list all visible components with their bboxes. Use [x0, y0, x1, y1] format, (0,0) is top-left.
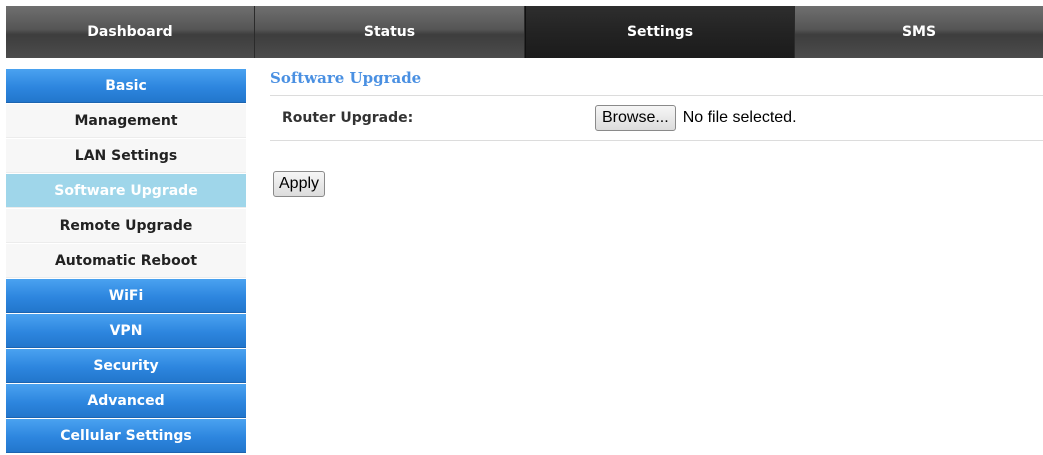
- browse-button[interactable]: Browse...: [595, 105, 676, 131]
- tab-status[interactable]: Status: [255, 6, 525, 58]
- sidebar-item-basic[interactable]: Basic: [6, 69, 246, 103]
- tab-settings[interactable]: Settings: [525, 6, 795, 58]
- sidebar-item-remote-upgrade[interactable]: Remote Upgrade: [6, 209, 246, 243]
- router-upgrade-label: Router Upgrade:: [282, 110, 414, 126]
- sidebar-item-software-upgrade[interactable]: Software Upgrade: [6, 174, 246, 208]
- sidebar-item-vpn[interactable]: VPN: [6, 314, 246, 348]
- sidebar-item-lan-settings[interactable]: LAN Settings: [6, 139, 246, 173]
- tab-dashboard[interactable]: Dashboard: [6, 6, 255, 58]
- sidebar-item-cellular-settings[interactable]: Cellular Settings: [6, 419, 246, 453]
- sidebar: Basic Management LAN Settings Software U…: [6, 69, 246, 454]
- main-content: Software Upgrade Router Upgrade: Browse.…: [270, 69, 1043, 197]
- router-upgrade-row: Router Upgrade: Browse... No file select…: [270, 96, 1043, 141]
- page-title: Software Upgrade: [270, 69, 1043, 96]
- sidebar-item-management[interactable]: Management: [6, 104, 246, 138]
- tab-sms[interactable]: SMS: [795, 6, 1043, 58]
- apply-button[interactable]: Apply: [273, 171, 326, 197]
- file-status-text: No file selected.: [682, 109, 797, 126]
- top-navigation: Dashboard Status Settings SMS: [6, 6, 1043, 58]
- sidebar-item-security[interactable]: Security: [6, 349, 246, 383]
- sidebar-item-advanced[interactable]: Advanced: [6, 384, 246, 418]
- sidebar-item-automatic-reboot[interactable]: Automatic Reboot: [6, 244, 246, 278]
- sidebar-item-wifi[interactable]: WiFi: [6, 279, 246, 313]
